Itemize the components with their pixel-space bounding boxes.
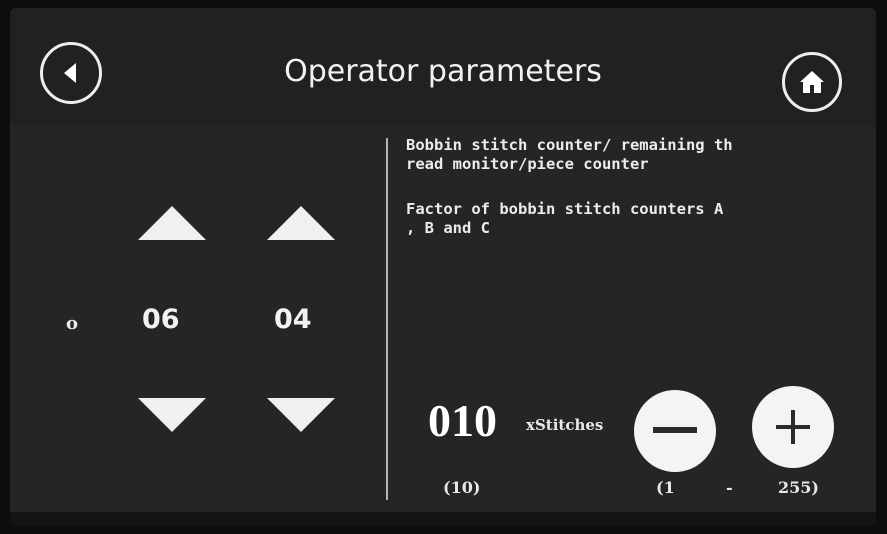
range-max: 255): [778, 478, 819, 497]
triangle-down-icon: [267, 398, 335, 432]
home-button[interactable]: [782, 52, 842, 112]
range-separator: -: [726, 478, 733, 497]
range-min: (1: [656, 478, 675, 497]
minus-icon: [653, 427, 697, 433]
home-icon: [800, 71, 824, 93]
parameter-prefix: o: [66, 313, 79, 334]
default-value: (10): [443, 478, 481, 497]
increase-button[interactable]: [752, 386, 834, 468]
page-title: Operator parameters: [284, 54, 602, 89]
digit-2-value: 04: [274, 304, 312, 335]
digit-2-up-button[interactable]: [265, 204, 337, 242]
panel-divider: [386, 138, 388, 500]
parameter-group-description: Bobbin stitch counter/ remaining th read…: [406, 136, 733, 173]
decrease-button[interactable]: [634, 390, 716, 472]
triangle-up-icon: [138, 206, 206, 240]
triangle-up-icon: [267, 206, 335, 240]
digit-1-value: 06: [142, 304, 180, 335]
plus-icon: [776, 410, 810, 444]
screen: Operator parameters o 06 04 Bobbin stitc…: [10, 8, 876, 526]
triangle-down-icon: [138, 398, 206, 432]
parameter-value: 010: [428, 395, 497, 446]
header-bar: Operator parameters: [10, 8, 876, 126]
parameter-description: Factor of bobbin stitch counters A , B a…: [406, 200, 724, 237]
parameter-unit: xStitches: [526, 416, 604, 434]
digit-1-down-button[interactable]: [136, 396, 208, 434]
screen-bezel-bottom: [10, 512, 876, 526]
digit-2-down-button[interactable]: [265, 396, 337, 434]
digit-1-up-button[interactable]: [136, 204, 208, 242]
